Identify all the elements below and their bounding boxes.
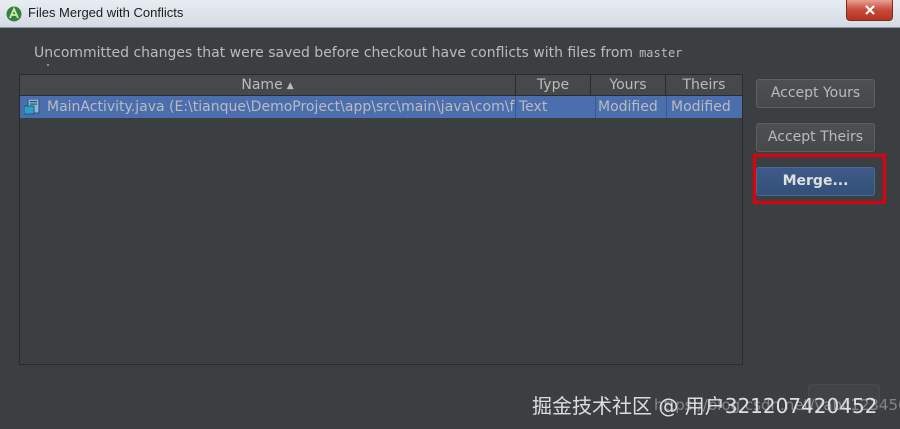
column-header-name-label: Name	[241, 77, 283, 93]
java-file-icon	[24, 99, 40, 115]
table-row[interactable]: MainActivity.java (E:\tianque\DemoProjec…	[20, 96, 742, 118]
conflict-files-table: Name ▲ Type Yours Theirs MainActivity.jav…	[19, 74, 743, 365]
close-icon	[864, 5, 875, 15]
branch-name: master	[639, 46, 683, 60]
cell-type: Text	[519, 99, 548, 115]
accept-yours-button[interactable]: Accept Yours	[756, 79, 875, 108]
accept-theirs-button[interactable]: Accept Theirs	[756, 123, 875, 152]
watermark-text: 掘金技术社区 @ 用户321207420452	[532, 394, 878, 418]
decorative-dot	[47, 64, 49, 66]
column-header-type[interactable]: Type	[516, 75, 591, 95]
window-title: Files Merged with Conflicts	[28, 5, 184, 20]
cell-yours: Modified	[595, 96, 666, 118]
dialog-window: Files Merged with Conflicts Uncommitted …	[0, 0, 900, 429]
sort-ascending-icon: ▲	[286, 81, 294, 91]
table-header: Name ▲ Type Yours Theirs	[20, 75, 742, 96]
merge-button-highlight	[753, 154, 886, 204]
cell-theirs: Modified	[666, 96, 742, 118]
android-studio-icon	[6, 6, 22, 22]
conflict-message: Uncommitted changes that were saved befo…	[34, 45, 682, 61]
close-button[interactable]	[846, 0, 893, 21]
column-header-yours[interactable]: Yours	[591, 75, 666, 95]
conflict-message-text: Uncommitted changes that were saved befo…	[34, 45, 634, 61]
title-bar: Files Merged with Conflicts	[0, 0, 900, 28]
column-header-theirs[interactable]: Theirs	[666, 75, 742, 95]
column-header-name[interactable]: Name ▲	[20, 75, 516, 95]
cell-file-name: MainActivity.java (E:\tianque\DemoProjec…	[47, 96, 516, 118]
